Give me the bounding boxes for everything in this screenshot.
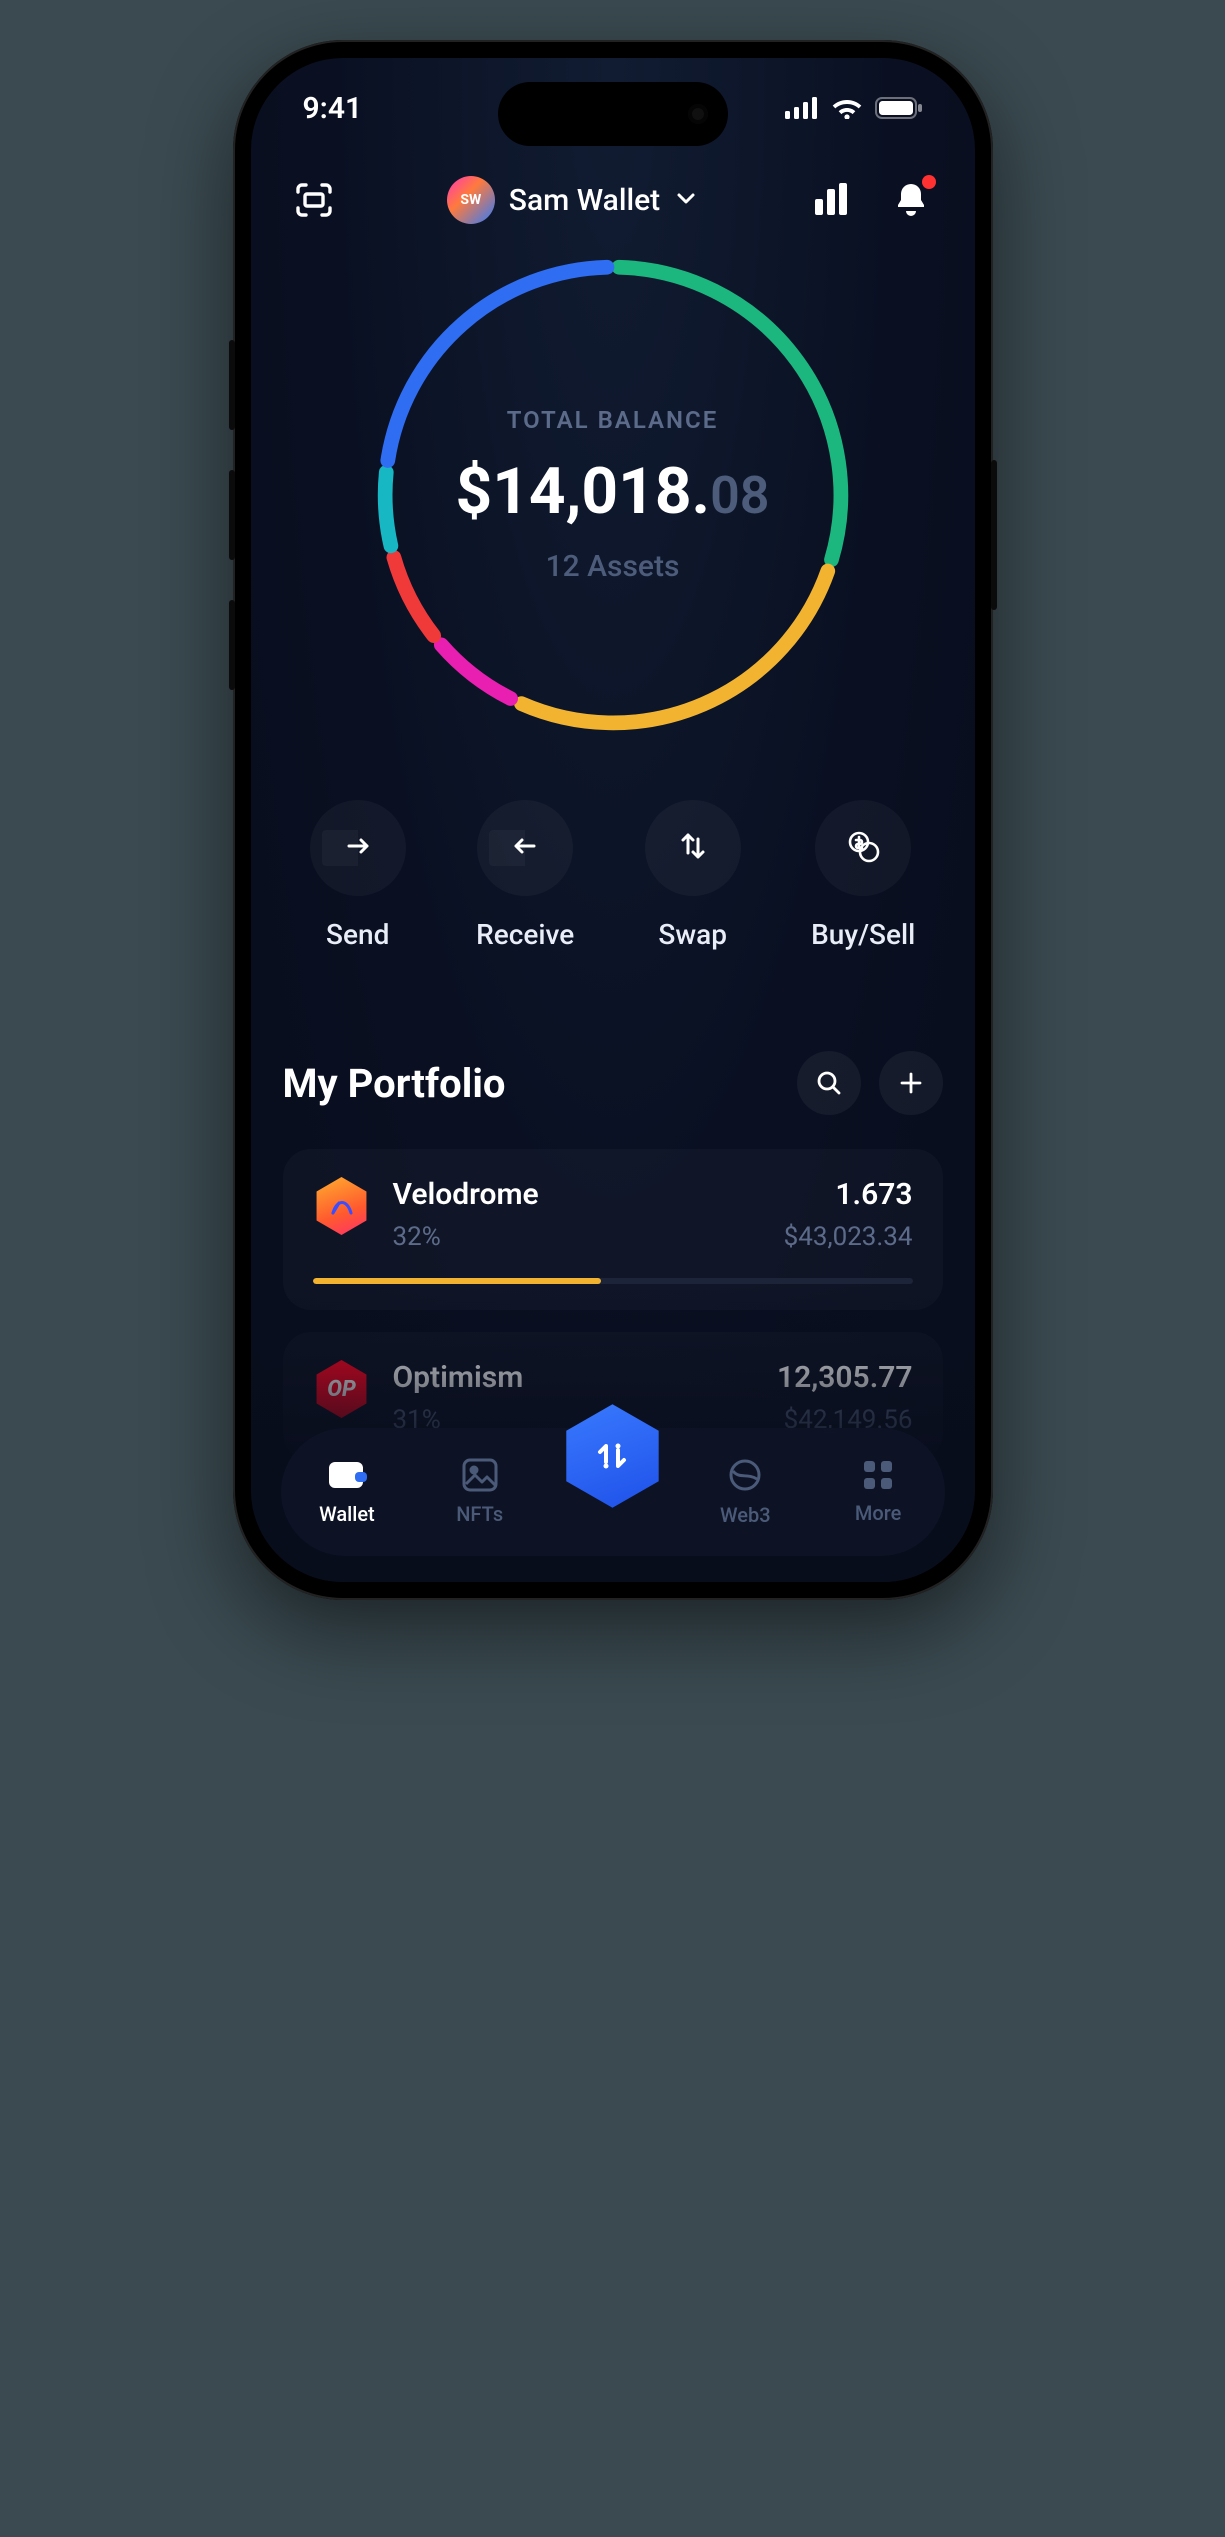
- nav-nfts[interactable]: NFTs: [425, 1458, 535, 1526]
- swap-button[interactable]: Swap: [645, 800, 741, 951]
- balance-value: $14,018.08: [455, 454, 769, 529]
- swap-label: Swap: [658, 918, 727, 951]
- add-asset-button[interactable]: [879, 1051, 943, 1115]
- nav-more[interactable]: More: [823, 1459, 933, 1525]
- stats-button[interactable]: [808, 177, 854, 223]
- asset-amount: 12,305.77: [777, 1360, 913, 1395]
- app-header: SW Sam Wallet: [251, 166, 975, 232]
- search-button[interactable]: [797, 1051, 861, 1115]
- screen: 9:41: [251, 58, 975, 1582]
- send-button[interactable]: Send: [310, 800, 406, 951]
- phone-frame: 9:41: [233, 40, 993, 1600]
- balance-label: TOTAL BALANCE: [507, 406, 719, 434]
- send-label: Send: [326, 918, 389, 951]
- notifications-button[interactable]: [888, 177, 934, 223]
- asset-name: Optimism: [393, 1360, 524, 1395]
- asset-card[interactable]: Velodrome 32% 1.673 $43,023.34: [283, 1149, 943, 1310]
- nav-web3[interactable]: Web3: [690, 1457, 800, 1527]
- wallet-name: Sam Wallet: [509, 183, 660, 218]
- wallet-icon: [327, 1458, 367, 1496]
- asset-name: Velodrome: [393, 1177, 539, 1212]
- swap-icon: [677, 830, 709, 866]
- scan-button[interactable]: [291, 177, 337, 223]
- cellular-signal-icon: [785, 97, 819, 119]
- image-icon: [462, 1458, 498, 1496]
- grid-icon: [862, 1459, 894, 1495]
- asset-icon: OP: [313, 1360, 371, 1418]
- arrow-right-icon: [343, 831, 373, 865]
- battery-icon: [875, 97, 923, 119]
- action-row: Send Receive Swap: [251, 800, 975, 951]
- coins-icon: [845, 828, 881, 868]
- asset-progress-bar: [313, 1278, 913, 1284]
- arrow-left-icon: [510, 831, 540, 865]
- buy-sell-label: Buy/Sell: [811, 918, 915, 951]
- asset-icon: [313, 1177, 371, 1235]
- nav-wallet[interactable]: Wallet: [292, 1458, 402, 1526]
- dynamic-island: [498, 82, 728, 146]
- allocation-ring-chart[interactable]: TOTAL BALANCE $14,018.08 12 Assets: [368, 250, 858, 740]
- status-time: 9:41: [303, 91, 363, 126]
- receive-label: Receive: [476, 918, 574, 951]
- asset-fiat-value: $43,023.34: [784, 1222, 913, 1252]
- notification-dot: [922, 175, 936, 189]
- receive-button[interactable]: Receive: [476, 800, 574, 951]
- wallet-picker[interactable]: SW Sam Wallet: [447, 176, 698, 224]
- buy-sell-button[interactable]: Buy/Sell: [811, 800, 915, 951]
- bottom-nav: Wallet NFTs: [281, 1428, 945, 1556]
- asset-amount: 1.673: [784, 1177, 913, 1212]
- globe-icon: [727, 1457, 763, 1497]
- wifi-icon: [831, 97, 863, 119]
- nav-center-action[interactable]: [557, 1401, 667, 1511]
- asset-allocation-pct: 32%: [393, 1222, 539, 1252]
- wallet-avatar: SW: [447, 176, 495, 224]
- chevron-down-icon: [674, 186, 698, 214]
- assets-count: 12 Assets: [546, 549, 680, 584]
- portfolio-title: My Portfolio: [283, 1060, 506, 1107]
